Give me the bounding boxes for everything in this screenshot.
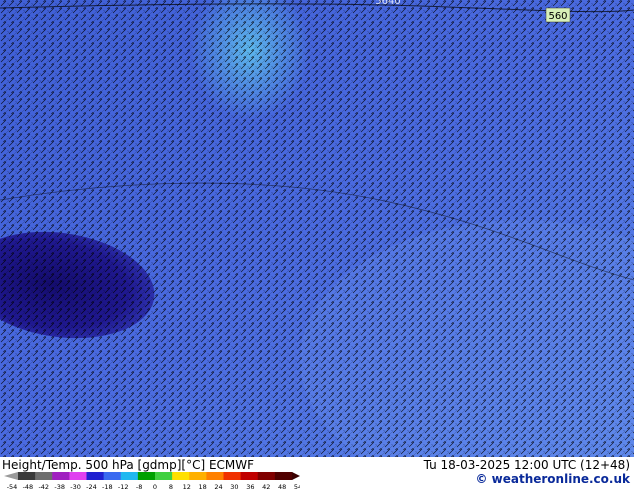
scale-segment xyxy=(257,472,276,480)
scale-tick-label: -30 xyxy=(70,483,81,490)
contour-label-560: 560 xyxy=(548,11,567,22)
scale-tick-label: 18 xyxy=(199,483,207,490)
wind-barbs-overlay xyxy=(3,3,634,457)
scale-tick-label: -38 xyxy=(54,483,65,490)
scale-tick-label: 8 xyxy=(169,483,173,490)
scale-tick-label: -8 xyxy=(136,483,142,490)
scale-segment xyxy=(120,472,139,480)
scale-arrow-left xyxy=(4,472,18,480)
scale-tick-label: 54 xyxy=(294,483,300,490)
scale-tick-label: 12 xyxy=(183,483,191,490)
scale-tick-label: -54 xyxy=(7,483,18,490)
scale-tick-label: 48 xyxy=(278,483,286,490)
scale-tick-label: -42 xyxy=(38,483,49,490)
weather-map: 560 5640 xyxy=(0,0,634,457)
scale-segment xyxy=(69,472,87,480)
scale-segment xyxy=(86,472,105,480)
credit-link[interactable]: © weatheronline.co.uk xyxy=(475,472,630,486)
scale-segment xyxy=(172,472,190,480)
map-title: Height/Temp. 500 hPa [gdmp][°C] ECMWF xyxy=(2,458,255,472)
footer-bar: Height/Temp. 500 hPa [gdmp][°C] ECMWF Tu… xyxy=(0,457,634,490)
scale-segment xyxy=(137,472,156,480)
scale-tick-label: 42 xyxy=(262,483,270,490)
scale-arrow-right xyxy=(292,472,300,480)
scale-segment xyxy=(274,472,293,480)
scale-segment xyxy=(206,472,224,480)
scale-segment xyxy=(189,472,207,480)
scale-segment xyxy=(223,472,242,480)
scale-segment xyxy=(240,472,259,480)
scale-segment xyxy=(52,472,70,480)
scale-tick-label: 30 xyxy=(230,483,238,490)
scale-tick-label: -18 xyxy=(102,483,113,490)
scale-tick-label: -24 xyxy=(86,483,97,490)
scale-tick-label: -12 xyxy=(118,483,129,490)
contour-label-top: 5640 xyxy=(375,0,400,7)
scale-tick-label: 0 xyxy=(153,483,157,490)
scale-tick-label: 24 xyxy=(214,483,222,490)
scale-tick-label: 36 xyxy=(246,483,254,490)
scale-segment xyxy=(35,472,53,480)
scale-segment xyxy=(155,472,173,480)
scale-tick-label: -48 xyxy=(23,483,34,490)
temperature-scale: -54 -48 -42 -38 -30 -24 -18 -12 -8 0 8 12 18 24 30 36 42… xyxy=(4,472,300,490)
scale-segment xyxy=(18,472,36,480)
scale-segment xyxy=(103,472,122,480)
valid-time: Tu 18-03-2025 12:00 UTC (12+48) xyxy=(423,458,630,472)
